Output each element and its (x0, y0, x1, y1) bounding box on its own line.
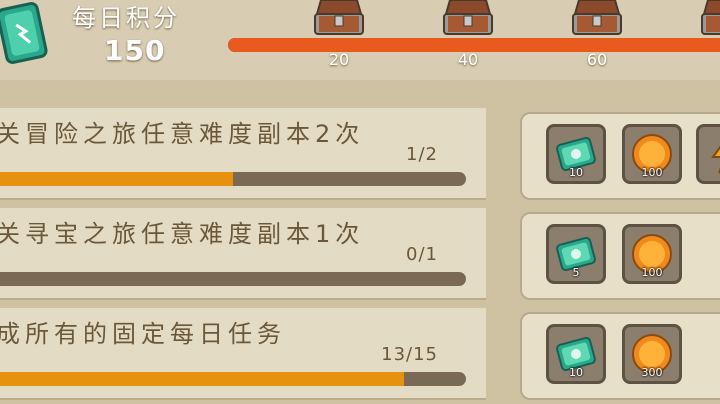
daily-points-value: 150 (104, 34, 166, 67)
reward-quantity: 5 (572, 266, 580, 279)
task-title: 成所有的固定每日任务 (0, 320, 286, 348)
milestone-label: 40 (457, 50, 479, 69)
reward-panel: 10 300 (520, 312, 720, 400)
reward-slot-cash[interactable]: 10 (546, 124, 606, 184)
task-title: 关冒险之旅任意难度副本2次 (0, 120, 365, 148)
chest-icon (701, 0, 720, 35)
daily-points-label: 每日积分 (72, 4, 180, 32)
milestone-chest-20[interactable]: 20 (304, 0, 374, 69)
task-card: 成所有的固定每日任务 13/15 (0, 308, 486, 400)
reward-quantity: 100 (641, 166, 663, 179)
chest-icon (572, 0, 622, 35)
reward-slot-coin[interactable]: 300 (622, 324, 682, 384)
reward-quantity: 10 (569, 166, 583, 179)
reward-slot-coin[interactable]: 100 (622, 124, 682, 184)
reward-panel: 10 100 (520, 112, 720, 200)
lightning-icon (711, 145, 720, 174)
task-row-2: 成所有的固定每日任务 13/15 10 300 (0, 308, 720, 400)
task-progress-fill (0, 372, 404, 386)
chest-icon (443, 0, 493, 35)
task-row-0: 关冒险之旅任意难度副本2次 1/2 10 100 (0, 108, 720, 200)
task-progress-fill (0, 172, 233, 186)
milestone-label: 60 (586, 50, 608, 69)
daily-points-header: 每日积分 150 20 40 60 (0, 0, 720, 80)
task-progress-bar (0, 372, 466, 386)
task-progress-bar (0, 272, 466, 286)
reward-slot-coin[interactable]: 100 (622, 224, 682, 284)
reward-slot-lightning[interactable] (696, 124, 720, 184)
task-count: 0/1 (406, 244, 438, 265)
task-count: 13/15 (381, 344, 438, 365)
reward-panel: 5 100 (520, 212, 720, 300)
reward-slot-cash[interactable]: 10 (546, 324, 606, 384)
task-title: 关寻宝之旅任意难度副本1次 (0, 220, 365, 248)
cash-icon (0, 0, 50, 70)
milestone-label: 8 (691, 50, 720, 69)
task-card: 关寻宝之旅任意难度副本1次 0/1 (0, 208, 486, 300)
task-progress-bar (0, 172, 466, 186)
milestone-chest-60[interactable]: 60 (562, 0, 632, 69)
milestone-chest-40[interactable]: 40 (433, 0, 503, 69)
reward-quantity: 100 (641, 266, 663, 279)
chest-icon (314, 0, 364, 35)
reward-slot-cash[interactable]: 5 (546, 224, 606, 284)
milestone-label: 20 (328, 50, 350, 69)
task-card: 关冒险之旅任意难度副本2次 1/2 (0, 108, 486, 200)
reward-quantity: 300 (641, 366, 663, 379)
milestone-chest-8[interactable]: 8 (691, 0, 720, 69)
task-count: 1/2 (406, 144, 438, 165)
reward-quantity: 10 (569, 366, 583, 379)
task-row-1: 关寻宝之旅任意难度副本1次 0/1 5 100 (0, 208, 720, 300)
